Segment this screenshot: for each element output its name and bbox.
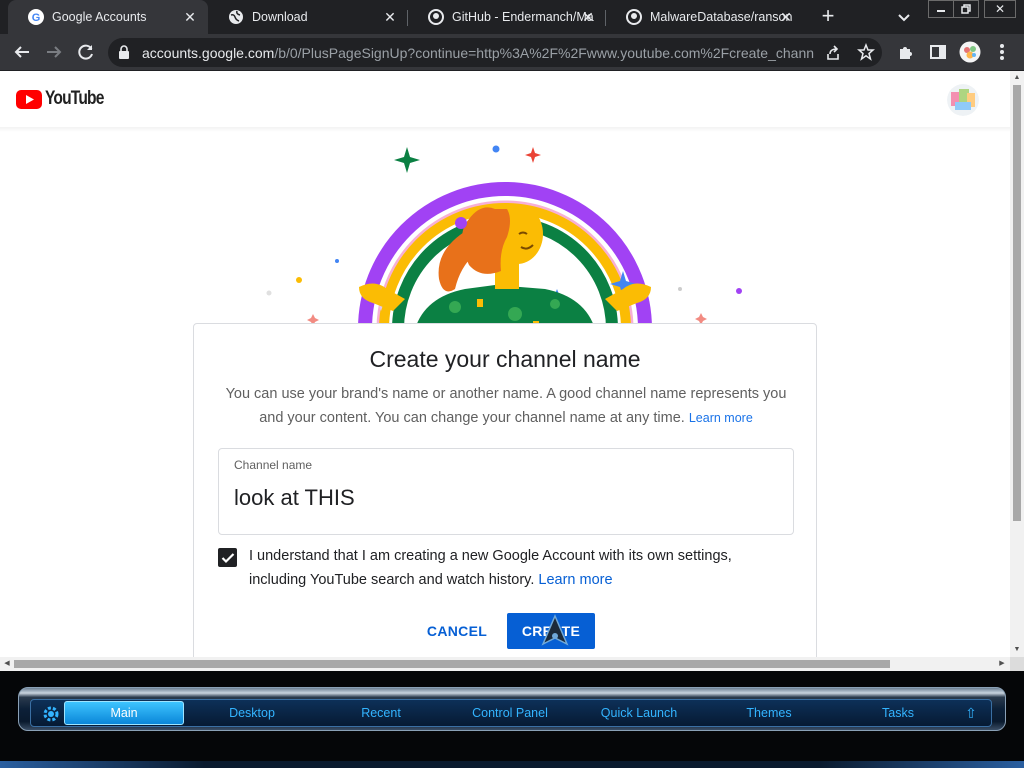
create-button[interactable]: CREATE: [507, 613, 595, 649]
bookmark-star-icon[interactable]: [857, 42, 875, 66]
gear-icon[interactable]: [42, 705, 60, 723]
side-panel-icon[interactable]: [926, 40, 950, 64]
checkbox-text: I understand that I am creating a new Go…: [249, 548, 732, 588]
scroll-down-arrow-icon[interactable]: ▼: [1013, 646, 1021, 654]
account-avatar[interactable]: [947, 84, 979, 116]
chevron-down-icon[interactable]: [894, 8, 914, 28]
profile-avatar[interactable]: [958, 40, 982, 64]
github-icon: [428, 9, 444, 25]
dock-item-tasks[interactable]: Tasks: [838, 701, 958, 725]
launcher-dock: Main Desktop Recent Control Panel Quick …: [0, 671, 1024, 768]
share-icon[interactable]: [824, 44, 842, 67]
horizontal-scrollbar[interactable]: ◀ ▶: [0, 657, 1010, 671]
horizontal-scroll-thumb[interactable]: [14, 660, 890, 668]
forward-arrow-icon[interactable]: [42, 40, 66, 64]
channel-name-field[interactable]: Channel name: [218, 448, 794, 535]
scroll-right-arrow-icon[interactable]: ▶: [998, 660, 1006, 668]
learn-more-link[interactable]: Learn more: [689, 411, 753, 425]
dock-bottom-edge: [0, 761, 1024, 768]
browser-toolbar: accounts.google.com/b/0/PlusPageSignUp?c…: [0, 34, 1024, 71]
channel-name-label: Channel name: [234, 458, 313, 472]
github-icon: [626, 9, 642, 25]
google-g-icon: G: [28, 9, 44, 25]
channel-name-input[interactable]: [234, 485, 774, 511]
channel-name-card: Create your channel name You can use you…: [193, 323, 817, 657]
dock-item-desktop[interactable]: Desktop: [192, 701, 312, 725]
card-description: You can use your brand's name or another…: [218, 382, 794, 430]
vertical-scrollbar[interactable]: ▲ ▼: [1010, 71, 1024, 657]
globe-icon: [228, 9, 244, 25]
url-host: accounts.google.com: [142, 45, 275, 61]
address-bar[interactable]: accounts.google.com/b/0/PlusPageSignUp?c…: [108, 38, 882, 67]
cancel-button[interactable]: CANCEL: [422, 613, 492, 649]
reload-icon[interactable]: [74, 40, 98, 64]
tab-github-endermanch[interactable]: GitHub - Endermanch/Ma ✕: [408, 0, 606, 34]
url-path: /b/0/PlusPageSignUp?continue=http%3A%2F%…: [274, 45, 814, 61]
dock-item-control-panel[interactable]: Control Panel: [450, 701, 570, 725]
close-icon[interactable]: ✕: [382, 9, 398, 25]
youtube-logo[interactable]: YouTube: [16, 88, 116, 110]
minimize-icon[interactable]: [928, 0, 954, 18]
scroll-up-arrow-icon[interactable]: ▲: [1013, 74, 1021, 82]
youtube-play-icon: [16, 89, 42, 109]
dock-item-quick-launch[interactable]: Quick Launch: [579, 701, 699, 725]
dock-item-themes[interactable]: Themes: [709, 701, 829, 725]
close-icon[interactable]: ✕: [182, 9, 198, 25]
youtube-wordmark: YouTube: [45, 88, 104, 109]
checkbox-learn-more-link[interactable]: Learn more: [538, 572, 612, 588]
restore-icon[interactable]: [953, 0, 979, 18]
more-menu-icon[interactable]: [990, 40, 1014, 64]
pin-up-arrow-icon[interactable]: ⇧: [964, 705, 978, 721]
close-window-icon[interactable]: ✕: [984, 0, 1016, 18]
dock-item-recent[interactable]: Recent: [321, 701, 441, 725]
extensions-puzzle-icon[interactable]: [894, 40, 918, 64]
svg-text:G: G: [32, 12, 41, 24]
rainbow-illustration: [266, 145, 742, 329]
tab-download[interactable]: Download ✕: [208, 0, 408, 34]
header-divider: [0, 127, 1010, 132]
close-icon[interactable]: ✕: [778, 9, 794, 25]
scroll-left-arrow-icon[interactable]: ◀: [3, 660, 11, 668]
browser-tab-strip: G Google Accounts ✕ Download ✕ GitHub - …: [0, 0, 1024, 34]
checkbox-label: I understand that I am creating a new Go…: [249, 544, 779, 592]
vertical-scroll-thumb[interactable]: [1013, 85, 1021, 521]
scrollbar-corner: [1010, 657, 1024, 671]
new-tab-icon[interactable]: +: [816, 5, 840, 29]
lock-icon[interactable]: [118, 45, 130, 64]
web-page: YouTube Create your channel name You can…: [0, 71, 1010, 657]
checkmark-icon: [221, 552, 234, 563]
dock-item-main[interactable]: Main: [64, 701, 184, 725]
back-arrow-icon[interactable]: [10, 40, 34, 64]
close-icon[interactable]: ✕: [580, 9, 596, 25]
url-text: accounts.google.com/b/0/PlusPageSignUp?c…: [142, 45, 814, 61]
tab-google-accounts[interactable]: G Google Accounts ✕: [8, 0, 208, 34]
understand-checkbox[interactable]: [218, 548, 237, 567]
card-title: Create your channel name: [369, 346, 641, 372]
youtube-header: YouTube: [0, 71, 1010, 127]
tab-malwaredatabase[interactable]: MalwareDatabase/ranson ✕: [606, 0, 804, 34]
